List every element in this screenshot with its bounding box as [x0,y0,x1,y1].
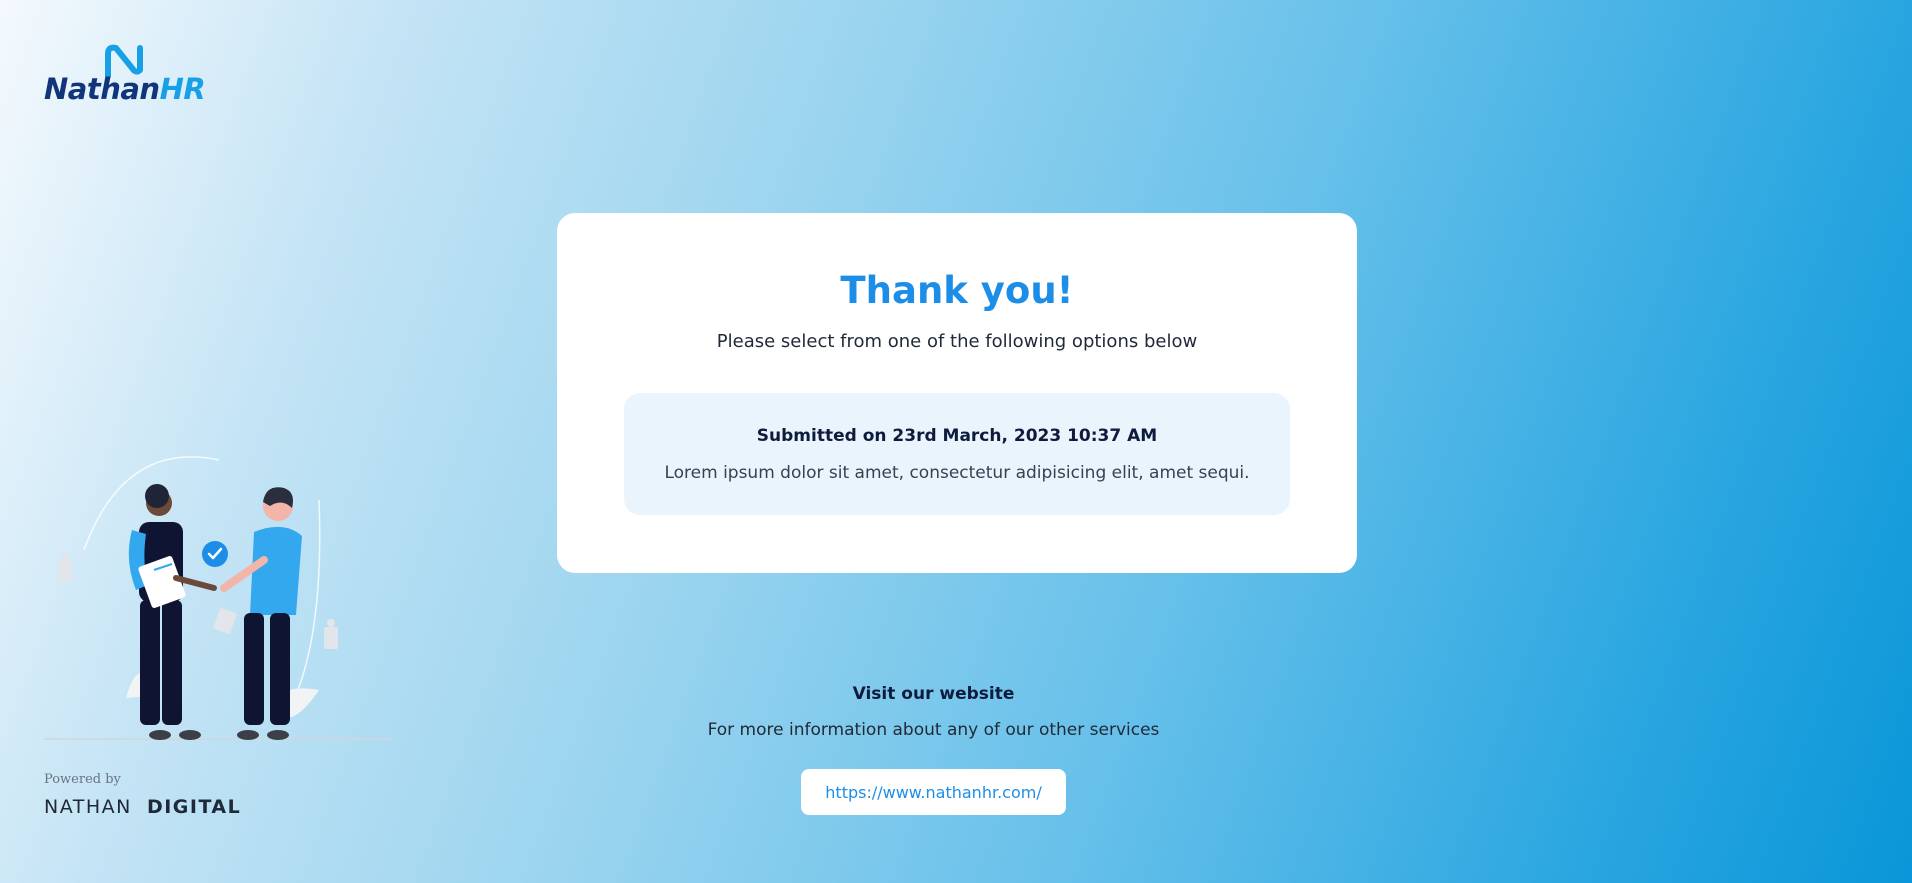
nathanhr-logo[interactable]: NathanHR [44,42,206,108]
submission-text: Lorem ipsum dolor sit amet, consectetur … [664,463,1250,483]
tag-icon-left [58,552,72,582]
handshake-illustration-icon [44,456,394,740]
visit-website-heading: Visit our website [852,684,1015,704]
thank-you-card: Thank you! Please select from one of the… [557,213,1357,573]
partner-logo-accent: DIGITAL [146,796,242,818]
submission-summary: Submitted on 23rd March, 2023 10:37 AM L… [624,393,1290,515]
partner-logo-main: NATHAN [44,796,132,818]
logo-word-main: Nathan [44,72,160,106]
logo-word-accent: HR [159,72,206,106]
thank-you-title: Thank you! [840,269,1074,312]
nathan-digital-logo[interactable]: NATHAN DIGITAL [44,796,241,818]
website-link-button[interactable]: https://www.nathanhr.com/ [801,769,1066,815]
submission-date: Submitted on 23rd March, 2023 10:37 AM [756,426,1158,446]
logo-wordmark: NathanHR [44,72,206,106]
powered-by-label: Powered by [44,772,121,787]
visit-website-subtitle: For more information about any of our ot… [707,720,1160,740]
thank-you-subtitle: Please select from one of the following … [716,331,1198,352]
tag-icon-right [324,619,338,649]
